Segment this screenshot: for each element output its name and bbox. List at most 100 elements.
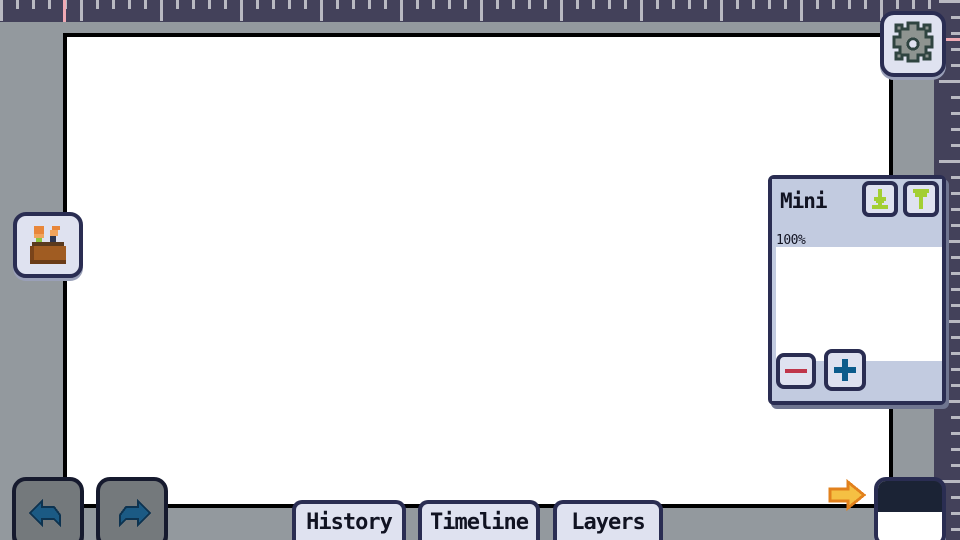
ruler-tick xyxy=(240,0,243,21)
ruler-tick xyxy=(800,0,803,21)
ruler-tick xyxy=(848,0,851,9)
ruler-tick xyxy=(816,0,819,9)
ruler-tick xyxy=(112,0,115,9)
ruler-tick xyxy=(951,336,960,339)
ruler-tick xyxy=(951,48,960,51)
ruler-tick xyxy=(951,496,960,499)
ruler-tick xyxy=(96,0,99,9)
ruler-tick xyxy=(224,0,227,9)
ruler-tick xyxy=(144,0,147,9)
ruler-tick xyxy=(951,224,960,227)
ruler-tick xyxy=(939,0,960,3)
ruler-tick xyxy=(951,32,960,35)
ruler-tick xyxy=(336,0,339,9)
arrow-right-icon xyxy=(826,478,868,512)
ruler-tick xyxy=(951,432,960,435)
mini-panel-footer xyxy=(772,349,942,401)
horizontal-ruler[interactable] xyxy=(0,0,960,22)
ruler-tick xyxy=(939,80,960,83)
ruler-tick xyxy=(592,0,595,9)
ruler-tick xyxy=(688,0,691,9)
ruler-tick xyxy=(951,112,960,115)
ruler-position-marker xyxy=(63,0,66,22)
ruler-tick xyxy=(864,0,867,9)
ruler-tick xyxy=(400,0,403,21)
ruler-tick xyxy=(560,0,563,21)
mini-zoom-in-button[interactable] xyxy=(824,349,866,391)
canvas-sheet[interactable] xyxy=(67,37,889,504)
mini-panel-header: Mini xyxy=(772,179,942,223)
ruler-tick xyxy=(704,0,707,9)
ruler-tick xyxy=(464,0,467,9)
ruler-tick xyxy=(192,0,195,9)
ruler-tick xyxy=(528,0,531,9)
ruler-tick xyxy=(951,128,960,131)
plus-icon xyxy=(833,358,857,382)
ruler-tick xyxy=(784,0,787,9)
ruler-tick xyxy=(16,0,19,9)
ruler-tick xyxy=(80,0,83,21)
ruler-tick xyxy=(720,0,723,21)
ruler-tick xyxy=(576,0,579,9)
ruler-tick xyxy=(951,416,960,419)
ruler-tick xyxy=(176,0,179,9)
ruler-tick xyxy=(160,0,163,21)
gear-icon xyxy=(890,21,936,67)
ruler-tick xyxy=(951,368,960,371)
ruler-tick xyxy=(951,384,960,387)
ruler-tick xyxy=(951,288,960,291)
background-color-swatch[interactable] xyxy=(878,512,942,540)
toolbox-button[interactable] xyxy=(13,212,83,278)
ruler-tick xyxy=(951,464,960,467)
mini-panel: Mini 100% xyxy=(768,175,946,405)
ruler-tick xyxy=(128,0,131,9)
ruler-tick xyxy=(951,64,960,67)
ruler-tick xyxy=(951,528,960,531)
color-swatch[interactable] xyxy=(874,477,946,540)
ruler-tick xyxy=(951,16,960,19)
ruler-tick xyxy=(656,0,659,9)
tab-timeline[interactable]: Timeline xyxy=(418,500,540,540)
ruler-tick xyxy=(951,304,960,307)
redo-button[interactable] xyxy=(96,477,168,540)
ruler-tick xyxy=(256,0,259,9)
ruler-tick xyxy=(368,0,371,9)
mini-expand-button[interactable] xyxy=(903,181,939,217)
ruler-tick xyxy=(752,0,755,9)
ruler-tick xyxy=(832,0,835,9)
undo-button[interactable] xyxy=(12,477,84,540)
ruler-tick xyxy=(480,0,483,21)
ruler-tick xyxy=(416,0,419,9)
arrow-up-to-bar-icon xyxy=(909,187,933,211)
workspace: Mini 100% History Timeline Layers xyxy=(0,22,946,540)
mini-collapse-button[interactable] xyxy=(862,181,898,217)
ruler-tick xyxy=(448,0,451,9)
ruler-tick xyxy=(304,0,307,9)
ruler-tick xyxy=(544,0,547,9)
tab-history[interactable]: History xyxy=(292,500,406,540)
undo-arrow-icon xyxy=(26,497,70,529)
ruler-tick xyxy=(951,144,960,147)
ruler-tick xyxy=(912,0,915,9)
ruler-tick xyxy=(951,176,960,179)
ruler-tick xyxy=(951,192,960,195)
ruler-tick xyxy=(951,512,960,515)
ruler-tick xyxy=(288,0,291,9)
ruler-tick xyxy=(768,0,771,9)
ruler-tick xyxy=(384,0,387,9)
ruler-tick xyxy=(951,96,960,99)
tab-layers[interactable]: Layers xyxy=(553,500,663,540)
foreground-color-swatch[interactable] xyxy=(878,481,942,512)
ruler-tick xyxy=(951,272,960,275)
ruler-tick xyxy=(32,0,35,9)
settings-button[interactable] xyxy=(880,11,946,77)
mini-zoom-level: 100% xyxy=(776,233,806,248)
mini-zoom-out-button[interactable] xyxy=(776,353,816,389)
ruler-tick xyxy=(672,0,675,9)
ruler-tick xyxy=(352,0,355,9)
ruler-tick xyxy=(951,448,960,451)
toolbox-icon xyxy=(26,224,70,266)
redo-arrow-icon xyxy=(110,497,154,529)
ruler-tick xyxy=(951,256,960,259)
app-root: Mini 100% History Timeline Layers xyxy=(0,0,960,540)
